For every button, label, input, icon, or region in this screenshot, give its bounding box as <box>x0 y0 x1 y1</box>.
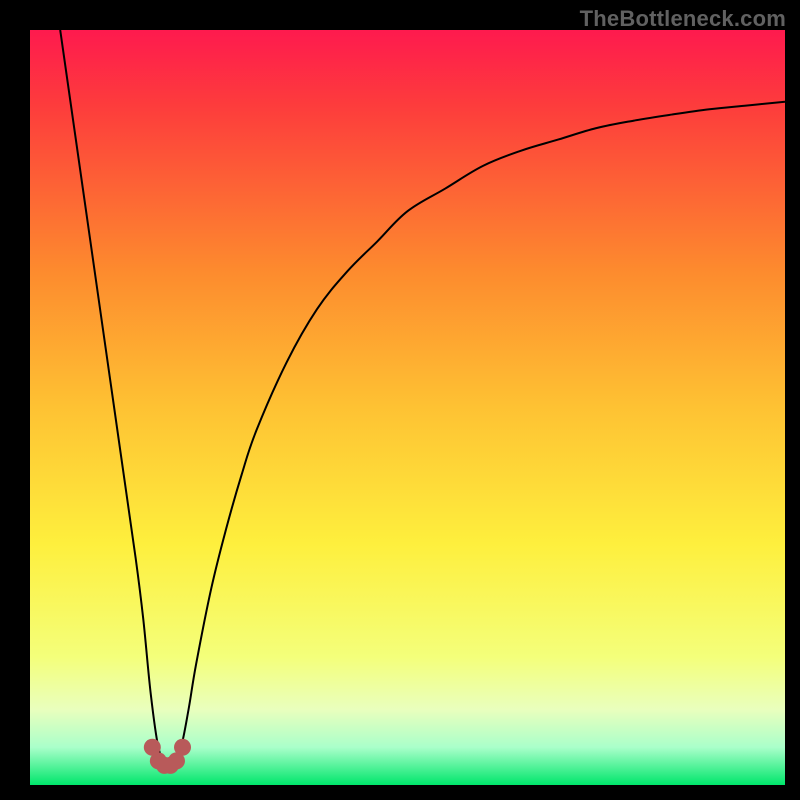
chart-frame: TheBottleneck.com <box>0 0 800 800</box>
bottleneck-chart <box>30 30 785 785</box>
watermark-text: TheBottleneck.com <box>580 6 786 32</box>
plot-area <box>30 30 785 785</box>
gradient-background <box>30 30 785 785</box>
minimum-marker <box>174 739 191 756</box>
